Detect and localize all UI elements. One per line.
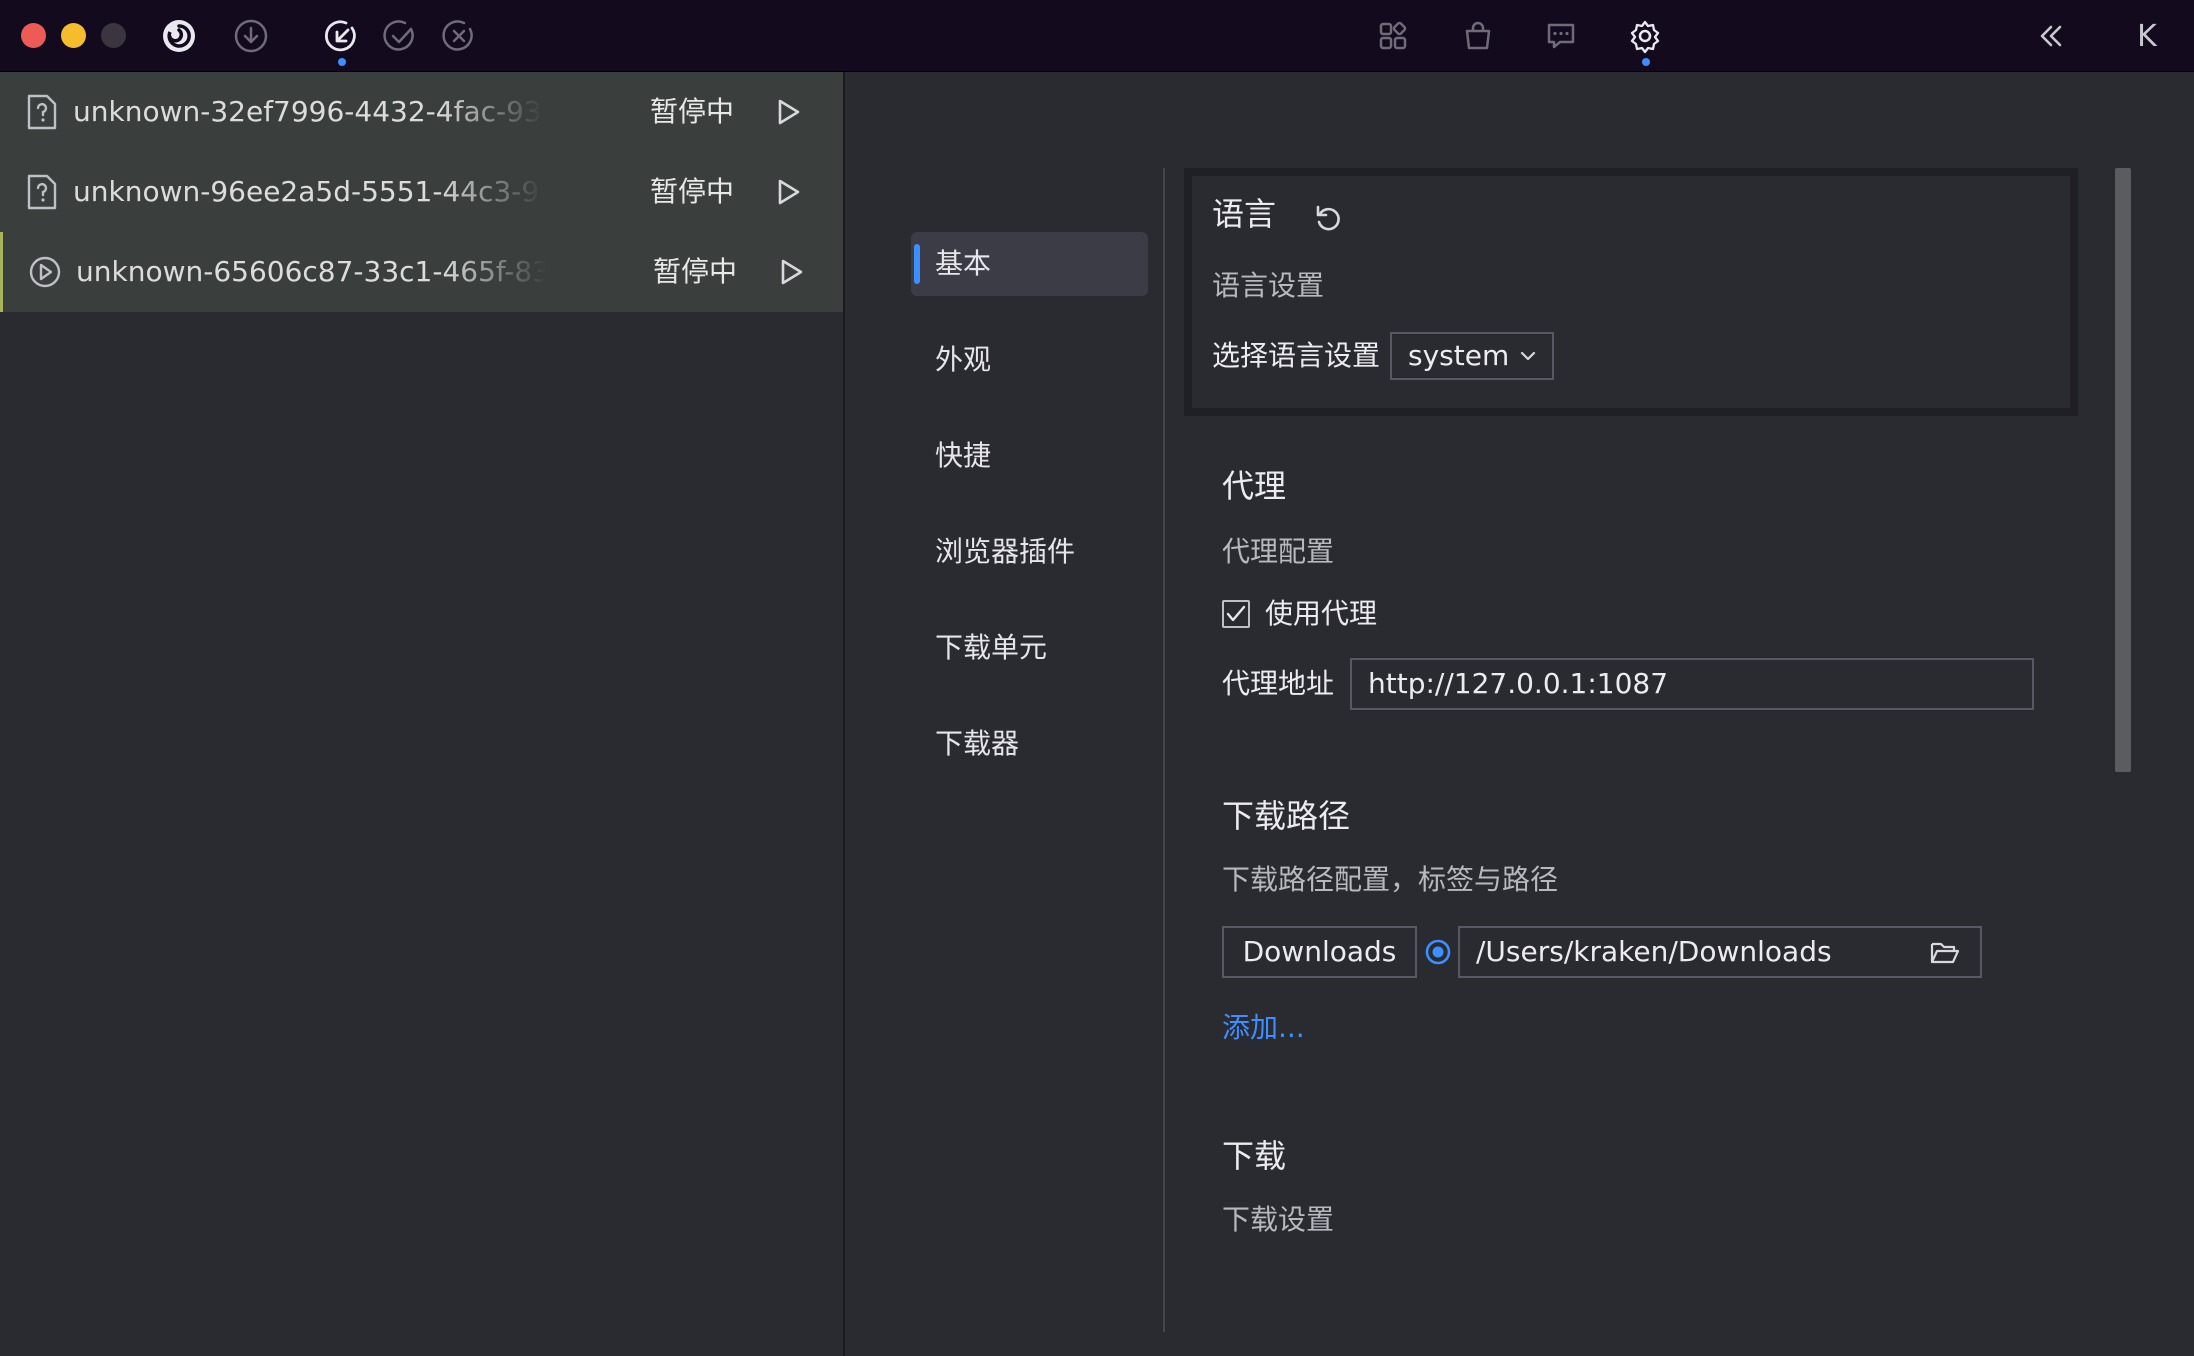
- download-desc: 下载设置: [1222, 1203, 1335, 1236]
- settings-panel: 基本 外观 快捷 浏览器插件 下载单元 下载器 语言 语言设置 选择语言设置 s…: [847, 72, 2194, 1356]
- task-row[interactable]: unknown-32ef7996-4432-4fac-93a 暂停中: [0, 72, 843, 152]
- task-row[interactable]: unknown-96ee2a5d-5551-44c3-99 暂停中: [0, 152, 843, 232]
- download-tag-input[interactable]: Downloads: [1222, 926, 1417, 978]
- proxy-address-label: 代理地址: [1222, 667, 1335, 700]
- logo-icon: [157, 14, 201, 58]
- use-proxy-label: 使用代理: [1265, 597, 1378, 630]
- language-section: 语言 语言设置 选择语言设置 system: [1184, 168, 2078, 416]
- task-list-panel: unknown-32ef7996-4432-4fac-93a 暂停中 unkno…: [0, 72, 845, 1356]
- nav-item-downloader[interactable]: 下载器: [911, 712, 1148, 776]
- chat-icon[interactable]: [1539, 14, 1583, 58]
- folder-open-icon[interactable]: [1930, 940, 1960, 966]
- task-name: unknown-32ef7996-4432-4fac-93a: [73, 95, 543, 128]
- nav-item-browser-plugin[interactable]: 浏览器插件: [911, 520, 1148, 584]
- task-name: unknown-65606c87-33c1-465f-83: [76, 255, 546, 288]
- download-title: 下载: [1222, 1137, 1287, 1175]
- language-title: 语言: [1212, 195, 1277, 233]
- play-icon[interactable]: [768, 92, 808, 132]
- downloading-icon[interactable]: [320, 14, 364, 58]
- download-path-input[interactable]: /Users/kraken/Downloads: [1458, 926, 1982, 978]
- download-path-title: 下载路径: [1222, 797, 1351, 835]
- settings-scrollbar[interactable]: [2115, 168, 2131, 772]
- completed-icon[interactable]: [378, 14, 422, 58]
- language-desc: 语言设置: [1212, 269, 1325, 302]
- check-icon: [1226, 605, 1246, 622]
- zoom-window-button[interactable]: [101, 23, 126, 48]
- play-circle-icon: [29, 256, 61, 288]
- settings-tab-indicator: [1642, 58, 1650, 66]
- nav-item-basic[interactable]: 基本: [911, 232, 1148, 296]
- task-status: 暂停中: [650, 95, 735, 128]
- minimize-window-button[interactable]: [61, 23, 86, 48]
- language-select-value: system: [1408, 339, 1510, 372]
- proxy-desc: 代理配置: [1222, 535, 1335, 568]
- profile-letter[interactable]: K: [2125, 14, 2169, 58]
- nav-divider: [1163, 168, 1165, 1332]
- use-proxy-checkbox[interactable]: [1222, 600, 1250, 628]
- failed-icon[interactable]: [437, 14, 481, 58]
- task-row[interactable]: unknown-65606c87-33c1-465f-83 暂停中: [0, 232, 843, 312]
- play-icon[interactable]: [768, 172, 808, 212]
- title-bar: K: [0, 0, 2194, 72]
- apps-icon[interactable]: [1371, 14, 1415, 58]
- nav-item-appearance[interactable]: 外观: [911, 328, 1148, 392]
- nav-item-download-unit[interactable]: 下载单元: [911, 616, 1148, 680]
- settings-icon[interactable]: [1623, 14, 1667, 58]
- nav-item-shortcuts[interactable]: 快捷: [911, 424, 1148, 488]
- language-select[interactable]: system: [1390, 332, 1554, 380]
- bag-icon[interactable]: [1456, 14, 1500, 58]
- task-name: unknown-96ee2a5d-5551-44c3-99: [73, 175, 543, 208]
- file-unknown-icon: [27, 94, 57, 130]
- task-status: 暂停中: [653, 255, 738, 288]
- close-window-button[interactable]: [21, 23, 46, 48]
- default-radio[interactable]: [1424, 938, 1452, 966]
- download-icon[interactable]: [229, 14, 273, 58]
- download-path-value: /Users/kraken/Downloads: [1476, 935, 1832, 968]
- reset-icon[interactable]: [1312, 202, 1344, 234]
- task-status: 暂停中: [650, 175, 735, 208]
- download-path-desc: 下载路径配置，标签与路径: [1222, 863, 1559, 896]
- proxy-title: 代理: [1222, 467, 1287, 505]
- file-unknown-icon: [27, 174, 57, 210]
- add-path-link[interactable]: 添加...: [1222, 1008, 1305, 1048]
- active-tab-indicator: [338, 58, 346, 66]
- chevron-down-icon: [1520, 351, 1536, 361]
- play-icon[interactable]: [771, 252, 811, 292]
- language-select-label: 选择语言设置: [1212, 339, 1381, 372]
- proxy-address-input[interactable]: http://127.0.0.1:1087: [1350, 658, 2034, 710]
- collapse-icon[interactable]: [2028, 14, 2072, 58]
